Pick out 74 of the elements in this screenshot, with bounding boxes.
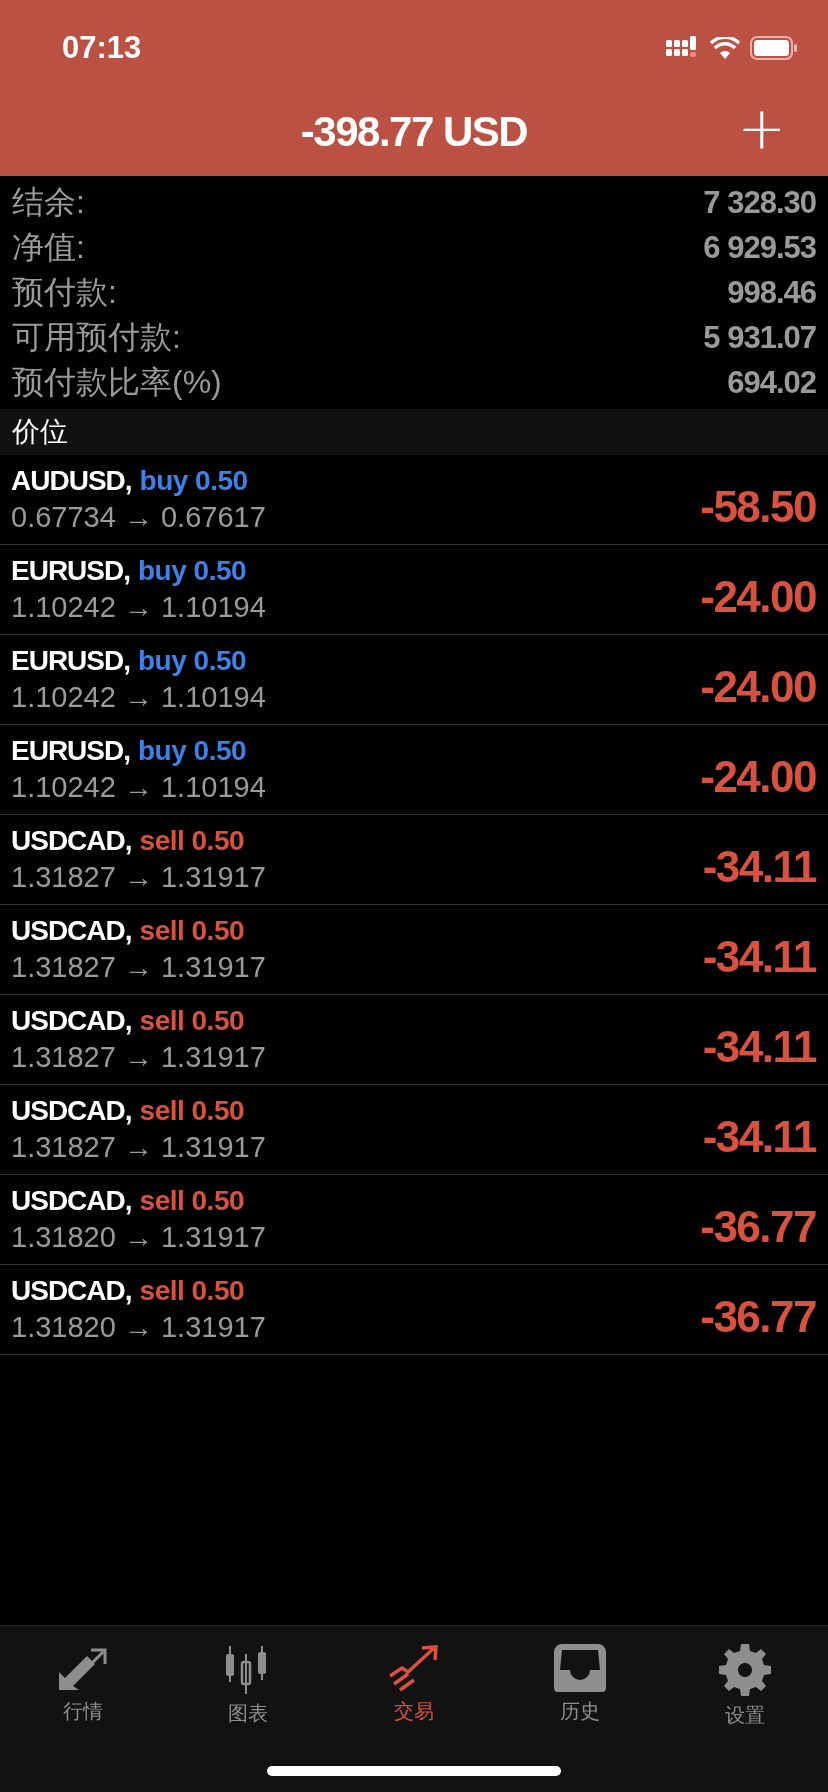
wifi-icon — [710, 37, 740, 59]
order-type: sell 0.50 — [139, 915, 245, 947]
profit-value: -36.77 — [700, 1290, 816, 1342]
add-button[interactable]: + — [733, 98, 790, 158]
tab-button[interactable]: 历史 — [519, 1644, 640, 1729]
profit-value: -58.50 — [700, 480, 816, 532]
summary-value: 5 931.07 — [703, 319, 816, 356]
price-change: 1.31827 → 1.31917 — [11, 1041, 266, 1074]
summary-value: 694.02 — [727, 364, 816, 401]
summary-value: 998.46 — [727, 274, 816, 311]
order-type: buy 0.50 — [139, 465, 248, 497]
profit-value: -24.00 — [700, 750, 816, 802]
order-type: sell 0.50 — [139, 1005, 245, 1037]
position-row[interactable]: USDCAD, sell 0.50 1.31827 → 1.31917 -34.11 — [0, 905, 828, 995]
position-row[interactable]: USDCAD, sell 0.50 1.31827 → 1.31917 -34.11 — [0, 995, 828, 1085]
section-header: 价位 — [0, 409, 828, 455]
order-type: buy 0.50 — [138, 555, 247, 587]
symbol-label: EURUSD, — [11, 555, 130, 587]
symbol-label: USDCAD, — [11, 1005, 132, 1037]
summary-label: 结余: — [12, 182, 85, 222]
symbol-label: EURUSD, — [11, 735, 130, 767]
tab-button[interactable]: 图表 — [188, 1644, 309, 1729]
price-change: 1.31827 → 1.31917 — [11, 951, 266, 984]
summary-label: 预付款: — [12, 272, 117, 312]
price-change: 1.31820 → 1.31917 — [11, 1221, 266, 1254]
summary-label: 预付款比率(%) — [12, 362, 222, 402]
profit-value: -24.00 — [700, 570, 816, 622]
position-row[interactable]: USDCAD, sell 0.50 1.31820 → 1.31917 -36.77 — [0, 1175, 828, 1265]
summary-value: 7 328.30 — [703, 184, 816, 221]
symbol-label: EURUSD, — [11, 645, 130, 677]
position-row[interactable]: USDCAD, sell 0.50 1.31827 → 1.31917 -34.11 — [0, 1085, 828, 1175]
profit-value: -34.11 — [702, 840, 816, 892]
order-type: sell 0.50 — [139, 825, 245, 857]
position-row[interactable]: USDCAD, sell 0.50 1.31827 → 1.31917 -34.11 — [0, 815, 828, 905]
symbol-label: AUDUSD, — [11, 465, 132, 497]
order-type: sell 0.50 — [139, 1275, 245, 1307]
tab-button[interactable]: 交易 — [354, 1644, 474, 1729]
price-change: 1.10242 → 1.10194 — [11, 591, 266, 624]
position-row[interactable]: EURUSD, buy 0.50 1.10242 → 1.10194 -24.00 — [0, 635, 828, 725]
order-type: sell 0.50 — [139, 1095, 245, 1127]
header-title: -398.77 USD — [300, 108, 528, 156]
profit-value: -34.11 — [702, 930, 816, 982]
battery-icon — [750, 36, 798, 60]
profit-value: -24.00 — [700, 660, 816, 712]
status-time: 07:13 — [62, 30, 142, 66]
inbox-icon — [553, 1644, 606, 1692]
tab-button[interactable]: 行情 — [22, 1644, 143, 1729]
symbol-label: USDCAD, — [11, 915, 132, 947]
order-type: buy 0.50 — [138, 735, 247, 767]
price-change: 1.10242 → 1.10194 — [11, 681, 266, 714]
order-type: buy 0.50 — [138, 645, 247, 677]
symbol-label: USDCAD, — [11, 1095, 132, 1127]
position-row[interactable]: AUDUSD, buy 0.50 0.67734 → 0.67617 -58.50 — [0, 455, 828, 545]
position-row[interactable]: USDCAD, sell 0.50 1.31820 → 1.31917 -36.77 — [0, 1265, 828, 1355]
profit-value: -36.77 — [700, 1200, 816, 1252]
trend-up-icon — [388, 1644, 440, 1692]
summary-label: 净值: — [12, 227, 85, 267]
symbol-label: USDCAD, — [11, 825, 132, 857]
position-row[interactable]: EURUSD, buy 0.50 1.10242 → 1.10194 -24.00 — [0, 725, 828, 815]
summary-label: 可用预付款: — [12, 317, 181, 357]
symbol-label: USDCAD, — [11, 1185, 132, 1217]
tab-button[interactable]: 设置 — [685, 1644, 806, 1729]
price-change: 1.31827 → 1.31917 — [11, 861, 266, 894]
price-change: 0.67734 → 0.67617 — [11, 501, 266, 534]
price-change: 1.10242 → 1.10194 — [11, 771, 266, 804]
order-type: sell 0.50 — [139, 1185, 245, 1217]
position-row[interactable]: EURUSD, buy 0.50 1.10242 → 1.10194 -24.00 — [0, 545, 828, 635]
price-change: 1.31820 → 1.31917 — [11, 1311, 266, 1344]
settings-icon — [719, 1644, 772, 1696]
summary-value: 6 929.53 — [703, 229, 816, 266]
profit-value: -34.11 — [702, 1110, 816, 1162]
symbol-label: USDCAD, — [11, 1275, 132, 1307]
price-change: 1.31827 → 1.31917 — [11, 1131, 266, 1164]
profit-value: -34.11 — [702, 1020, 816, 1072]
